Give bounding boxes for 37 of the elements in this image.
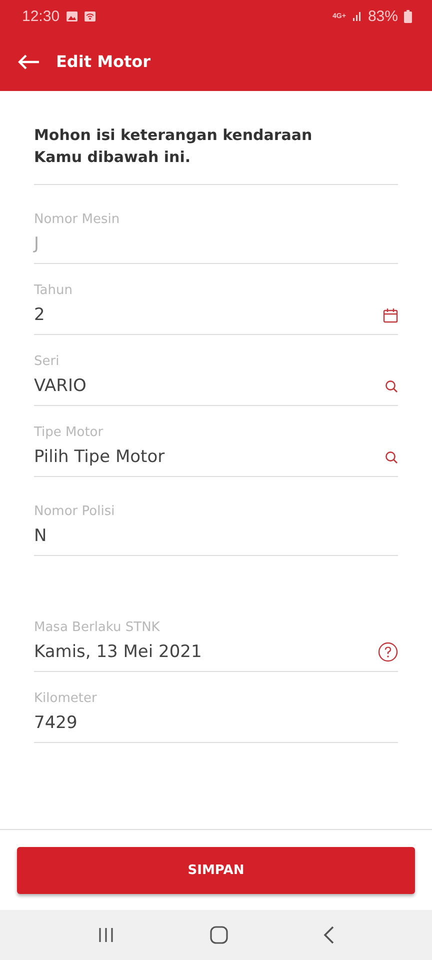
battery-icon (404, 10, 412, 22)
field-value: 2 (34, 305, 45, 325)
form-field[interactable]: Nomor Polisi N (34, 477, 398, 556)
field-label: Nomor Polisi (34, 503, 116, 521)
field-label: Seri (34, 353, 60, 371)
intro-text: Mohon isi keterangan kendaraan Kamu dibawah ini. (34, 124, 398, 185)
field-label: Tipe Motor (34, 424, 104, 442)
back-arrow-icon[interactable] (18, 54, 40, 70)
image-icon (66, 10, 78, 22)
field-label: Nomor Mesin (34, 211, 121, 229)
battery-percent: 83% (368, 8, 398, 24)
calendar-icon[interactable] (383, 308, 398, 322)
form-field[interactable]: Tahun 2 (34, 264, 398, 335)
form-field[interactable]: Seri VARIO (34, 335, 398, 406)
status-time: 12:30 (22, 8, 60, 24)
screen-title: Edit Motor (56, 52, 151, 71)
field-value: Kamis, 13 Mei 2021 (34, 642, 202, 662)
recent-apps-icon[interactable] (97, 927, 116, 943)
field-value: 7429 (34, 713, 78, 733)
form-field[interactable]: Kilometer 7429 (34, 672, 398, 743)
field-value: J (34, 234, 40, 254)
wifi-icon (84, 10, 96, 22)
save-button[interactable]: SIMPAN (17, 847, 415, 894)
help-icon[interactable] (378, 642, 398, 662)
search-icon[interactable] (385, 380, 398, 392)
field-value: Pilih Tipe Motor (34, 447, 165, 467)
form-field[interactable]: Masa Berlaku STNK Kamis, 13 Mei 2021 (34, 601, 398, 672)
back-icon[interactable] (322, 926, 335, 944)
field-value: VARIO (34, 376, 86, 396)
search-icon[interactable] (385, 450, 398, 464)
field-label: Masa Berlaku STNK (34, 619, 161, 637)
field-value: N (34, 526, 47, 546)
form-field[interactable]: Tipe Motor Pilih Tipe Motor (34, 406, 398, 477)
field-label: Tahun (34, 282, 74, 300)
signal-icon (352, 11, 362, 21)
field-label: Kilometer (34, 690, 98, 708)
home-icon[interactable] (210, 926, 228, 944)
